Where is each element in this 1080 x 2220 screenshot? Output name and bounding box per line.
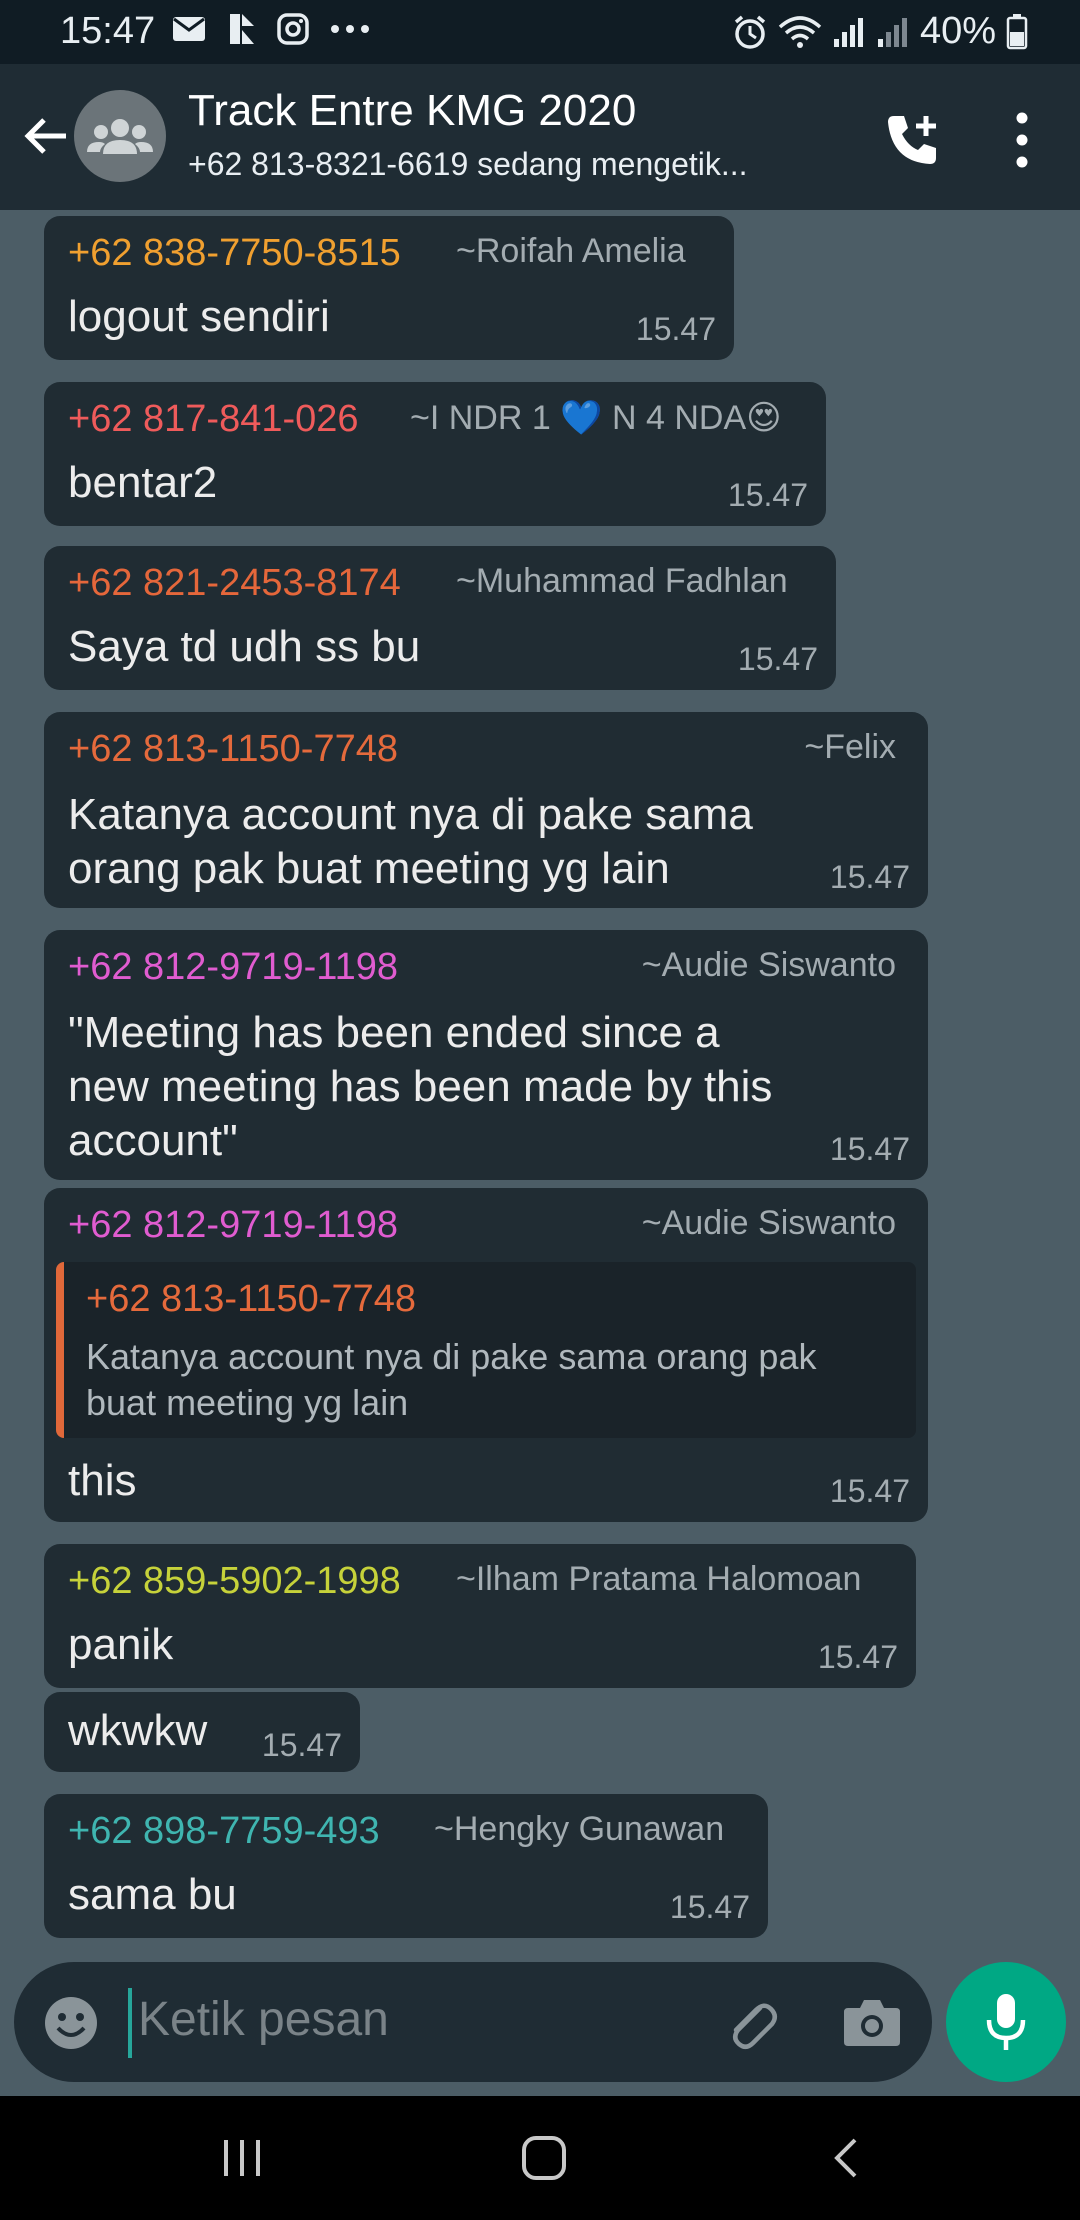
- message-bubble[interactable]: +62 812-9719-1198 ~Audie Siswanto "Meeti…: [44, 930, 928, 1180]
- sender-phone[interactable]: +62 817-841-026: [68, 398, 359, 441]
- sender-name: ~I NDR 1 💙 N 4 NDA😍: [410, 399, 782, 437]
- group-avatar[interactable]: [74, 90, 166, 182]
- message-time: 15.47: [817, 1639, 898, 1675]
- sender-phone[interactable]: +62 859-5902-1998: [68, 1560, 401, 1603]
- message-time: 15.47: [669, 1889, 750, 1925]
- app-icon: [230, 14, 254, 44]
- recent-apps-button[interactable]: [202, 2126, 282, 2190]
- sender-phone[interactable]: +62 838-7750-8515: [68, 232, 401, 275]
- message-time: 15.47: [727, 477, 808, 513]
- recent-apps-icon: [224, 2140, 260, 2176]
- attach-icon[interactable]: [720, 1994, 780, 2054]
- message-text: sama bu: [68, 1870, 237, 1919]
- system-icons: 40%: [732, 10, 1028, 53]
- message-time: 15.47: [829, 1131, 910, 1167]
- message-bubble[interactable]: +62 838-7750-8515 ~Roifah Amelia logout …: [44, 216, 734, 360]
- add-call-icon[interactable]: [880, 108, 944, 172]
- alarm-icon: [734, 15, 766, 49]
- quoted-message[interactable]: +62 813-1150-7748 Katanya account nya di…: [56, 1262, 916, 1438]
- sender-name: ~Hengky Gunawan: [434, 1810, 725, 1848]
- home-icon: [522, 2136, 566, 2180]
- text-cursor: [128, 1988, 132, 2058]
- message-input-bar: Ketik pesan: [14, 1962, 932, 2082]
- battery-icon: [1006, 13, 1028, 49]
- signal-icon: [833, 17, 863, 47]
- message-bubble[interactable]: wkwkw 15.47: [44, 1692, 360, 1772]
- message-bubble[interactable]: +62 898-7759-493 ~Hengky Gunawan sama bu…: [44, 1794, 768, 1938]
- wifi-icon: [778, 15, 822, 48]
- message-input[interactable]: Ketik pesan: [138, 1992, 389, 2047]
- typing-status: +62 813-8321-6619 sedang mengetik...: [188, 146, 748, 182]
- microphone-icon: [986, 1994, 1026, 2050]
- navigation-bar: [0, 2096, 1080, 2220]
- instagram-icon: [277, 13, 309, 45]
- mail-icon: [173, 17, 205, 41]
- message-text: logout sendiri: [68, 292, 330, 341]
- message-bubble[interactable]: +62 817-841-026 ~I NDR 1 💙 N 4 NDA😍 bent…: [44, 382, 826, 526]
- chat-header: Track Entre KMG 2020 +62 813-8321-6619 s…: [0, 64, 1080, 210]
- message-bubble[interactable]: +62 821-2453-8174 ~Muhammad Fadhlan Saya…: [44, 546, 836, 690]
- quoted-sender: +62 813-1150-7748: [86, 1278, 416, 1320]
- message-time: 15.47: [737, 641, 818, 677]
- message-text: account": [68, 1116, 238, 1165]
- message-text: orang pak buat meeting yg lain: [68, 844, 670, 893]
- sender-name: ~Audie Siswanto: [641, 1204, 896, 1242]
- group-title[interactable]: Track Entre KMG 2020: [188, 86, 636, 136]
- sender-phone[interactable]: +62 813-1150-7748: [68, 728, 398, 771]
- message-text: panik: [68, 1620, 174, 1669]
- message-text: this: [68, 1456, 137, 1505]
- message-text: Saya td udh ss bu: [68, 622, 421, 671]
- sender-name: ~Muhammad Fadhlan: [456, 562, 788, 600]
- sender-name: ~Felix: [804, 728, 896, 766]
- message-text: new meeting has been made by this: [68, 1062, 773, 1111]
- message-bubble[interactable]: +62 859-5902-1998 ~Ilham Pratama Halomoa…: [44, 1544, 916, 1688]
- message-text: "Meeting has been ended since a: [68, 1008, 720, 1057]
- message-text: bentar2: [68, 458, 218, 507]
- back-arrow-icon[interactable]: [18, 108, 74, 164]
- sender-name: ~Ilham Pratama Halomoan: [456, 1560, 862, 1598]
- notification-icons: [172, 12, 370, 46]
- back-button[interactable]: [806, 2126, 886, 2190]
- back-icon: [834, 2138, 857, 2178]
- message-time: 15.47: [829, 1473, 910, 1509]
- sender-phone[interactable]: +62 821-2453-8174: [68, 562, 401, 605]
- message-text: wkwkw: [68, 1706, 208, 1755]
- sender-phone[interactable]: +62 812-9719-1198: [68, 1204, 398, 1247]
- quoted-text: Katanya account nya di pake sama orang p…: [86, 1336, 817, 1377]
- home-button[interactable]: [504, 2126, 584, 2190]
- clock: 15:47: [60, 10, 156, 52]
- more-icon: [331, 25, 369, 33]
- message-bubble[interactable]: +62 812-9719-1198 ~Audie Siswanto +62 81…: [44, 1188, 928, 1522]
- sender-name: ~Roifah Amelia: [456, 232, 686, 270]
- message-time: 15.47: [261, 1727, 342, 1763]
- message-time: 15.47: [829, 859, 910, 895]
- battery-percent: 40%: [919, 10, 996, 52]
- signal-icon: [877, 17, 907, 47]
- camera-icon[interactable]: [842, 1994, 902, 2050]
- sender-phone[interactable]: +62 812-9719-1198: [68, 946, 398, 989]
- group-icon: [87, 119, 153, 154]
- message-bubble[interactable]: +62 813-1150-7748 ~Felix Katanya account…: [44, 712, 928, 908]
- more-options-icon[interactable]: [1000, 108, 1044, 172]
- sender-name: ~Audie Siswanto: [641, 946, 896, 984]
- emoji-icon[interactable]: [42, 1994, 100, 2052]
- message-time: 15.47: [635, 311, 716, 347]
- sender-phone[interactable]: +62 898-7759-493: [68, 1810, 380, 1853]
- message-text: Katanya account nya di pake sama: [68, 790, 753, 839]
- status-bar: 15:47 40%: [0, 0, 1080, 64]
- voice-message-button[interactable]: [946, 1962, 1066, 2082]
- quoted-text: buat meeting yg lain: [86, 1382, 409, 1423]
